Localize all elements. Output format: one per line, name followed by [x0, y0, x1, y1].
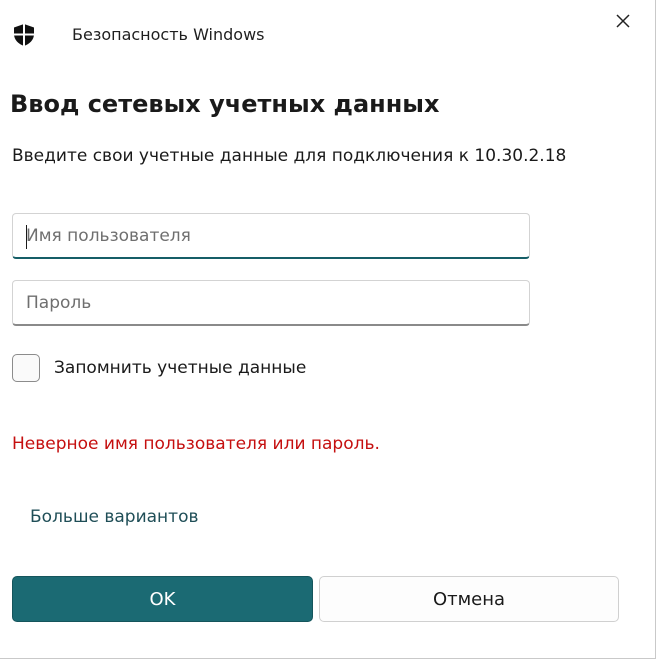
error-message: Неверное имя пользователя или пароль.	[12, 434, 380, 454]
remember-credentials[interactable]: Запомнить учетные данные	[12, 352, 306, 384]
close-button[interactable]	[606, 8, 640, 38]
ok-button[interactable]: OK	[12, 576, 313, 622]
close-icon	[615, 13, 631, 33]
remember-checkbox[interactable]	[12, 354, 40, 382]
app-title: Безопасность Windows	[72, 25, 265, 44]
username-field-container	[12, 213, 530, 259]
shield-icon	[12, 23, 36, 47]
title-bar: Безопасность Windows	[0, 0, 656, 70]
remember-label: Запомнить учетные данные	[54, 358, 307, 378]
dialog-heading: Ввод сетевых учетных данных	[10, 90, 440, 118]
cancel-button[interactable]: Отмена	[319, 576, 619, 622]
username-input[interactable]	[13, 214, 529, 257]
password-input[interactable]	[13, 281, 529, 324]
password-field-container	[12, 280, 530, 326]
dialog-subtitle: Введите свои учетные данные для подключе…	[12, 146, 567, 166]
credential-dialog: Безопасность Windows Ввод сетевых учетны…	[0, 0, 656, 659]
text-caret	[26, 225, 27, 249]
more-options-link[interactable]: Больше вариантов	[30, 505, 199, 529]
